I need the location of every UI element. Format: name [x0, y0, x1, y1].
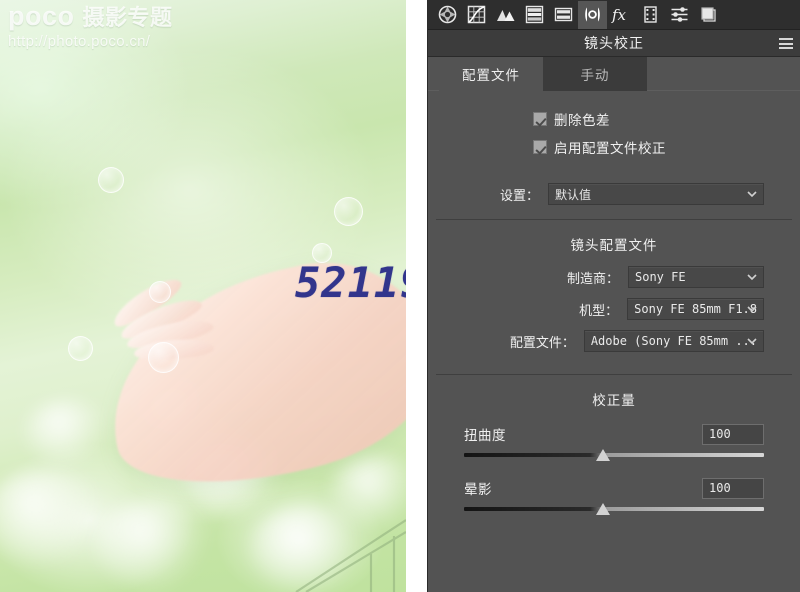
chevron-down-icon: [747, 336, 757, 346]
chevron-down-icon: [747, 272, 757, 282]
model-row: 机型： Sony FE 85mm F1.8: [428, 298, 800, 320]
hamburger-menu-icon[interactable]: [779, 38, 793, 49]
split-tone-icon[interactable]: [520, 1, 549, 29]
checkbox-label: 删除色差: [554, 113, 610, 128]
watermark-subtitle: 摄影专题: [82, 5, 173, 30]
lens-profile-section-title: 镜头配置文件: [570, 238, 658, 253]
snapshots-icon[interactable]: [694, 1, 723, 29]
slider-track-fill: [464, 453, 764, 457]
soap-bubble: [149, 281, 171, 303]
app-window: poco 摄影专题 http://photo.poco.cn/ 521191: [0, 0, 800, 592]
lens-correction-panel: fx 镜头校正 配置文件 手动 删除色差 启用配置文件校正 设置： 默认值 镜头…: [427, 0, 800, 592]
checkbox-group: 删除色差 启用配置文件校正: [428, 91, 800, 171]
slider-track-fill: [464, 507, 764, 511]
settings-value: 默认值: [555, 187, 592, 202]
panel-header: 镜头校正: [428, 30, 800, 57]
slider-vignetting: 晕影 100: [428, 475, 800, 519]
distortion-slider-track[interactable]: [464, 447, 764, 465]
model-value: Sony FE 85mm F1.8: [634, 302, 757, 316]
profile-value: Adobe (Sony FE 85mm ...: [590, 334, 757, 348]
bokeh-blob: [25, 400, 110, 465]
settings-row: 设置： 默认值: [428, 183, 800, 205]
panel-tabs: 配置文件 手动: [428, 57, 800, 91]
bokeh-blob: [0, 470, 110, 565]
soap-bubble: [68, 336, 93, 361]
manufacturer-dropdown[interactable]: Sony FE: [628, 266, 764, 288]
model-label: 机型：: [579, 302, 619, 318]
manufacturer-label: 制造商：: [566, 270, 619, 286]
manufacturer-row: 制造商： Sony FE: [428, 266, 800, 288]
lens-correction-icon[interactable]: [578, 0, 607, 29]
profile-dropdown[interactable]: Adobe (Sony FE 85mm ...: [583, 330, 764, 352]
settings-label: 设置：: [499, 187, 539, 203]
basic-adjust-icon[interactable]: [433, 1, 462, 29]
checkbox-label: 启用配置文件校正: [554, 141, 666, 156]
soap-bubble: [334, 197, 363, 226]
film-calibration-icon[interactable]: [636, 1, 665, 29]
watermark-url: http://photo.poco.cn/: [8, 33, 151, 50]
hsl-color-icon[interactable]: [491, 1, 520, 29]
distortion-label: 扭曲度: [464, 428, 506, 443]
checkbox-checked-icon[interactable]: [533, 140, 547, 154]
vignetting-slider-track[interactable]: [464, 501, 764, 519]
page-title: 镜头校正: [584, 35, 644, 51]
tab-profile[interactable]: 配置文件: [439, 57, 543, 91]
soap-bubble: [148, 342, 179, 373]
correction-section-title: 校正量: [592, 393, 636, 408]
watermark: poco 摄影专题 http://photo.poco.cn/: [8, 2, 173, 50]
chevron-down-icon: [747, 189, 757, 199]
effects-fx-icon[interactable]: fx: [607, 1, 636, 29]
fence-railing: [295, 519, 406, 592]
module-icon-bar: fx: [428, 0, 800, 30]
photo-preview[interactable]: poco 摄影专题 http://photo.poco.cn/ 521191: [0, 0, 406, 592]
checkbox-row-enable-profile-correction[interactable]: 启用配置文件校正: [533, 137, 800, 157]
detail-icon[interactable]: [549, 1, 578, 29]
soap-bubble: [98, 167, 124, 193]
manufacturer-value: Sony FE: [635, 270, 686, 284]
model-dropdown[interactable]: Sony FE 85mm F1.8: [627, 298, 764, 320]
settings-dropdown[interactable]: 默认值: [548, 183, 764, 205]
vignetting-label: 晕影: [464, 482, 492, 497]
checkbox-checked-icon[interactable]: [533, 112, 547, 126]
profile-label: 配置文件：: [509, 334, 575, 350]
vignetting-value-input[interactable]: 100: [702, 477, 764, 499]
chevron-down-icon: [747, 304, 757, 314]
bokeh-blob: [95, 500, 215, 590]
distortion-value-input[interactable]: 100: [702, 423, 764, 445]
svg-text:fx: fx: [611, 6, 627, 24]
checkbox-row-remove-chromatic-aberration[interactable]: 删除色差: [533, 109, 800, 129]
watermark-brand: poco: [8, 1, 75, 31]
serial-number-overlay: 521191: [295, 258, 406, 307]
profile-row: 配置文件： Adobe (Sony FE 85mm ...: [428, 330, 800, 352]
presets-icon[interactable]: [665, 1, 694, 29]
tone-curve-icon[interactable]: [462, 1, 491, 29]
tab-manual[interactable]: 手动: [543, 57, 647, 91]
slider-distortion: 扭曲度 100: [428, 421, 800, 465]
